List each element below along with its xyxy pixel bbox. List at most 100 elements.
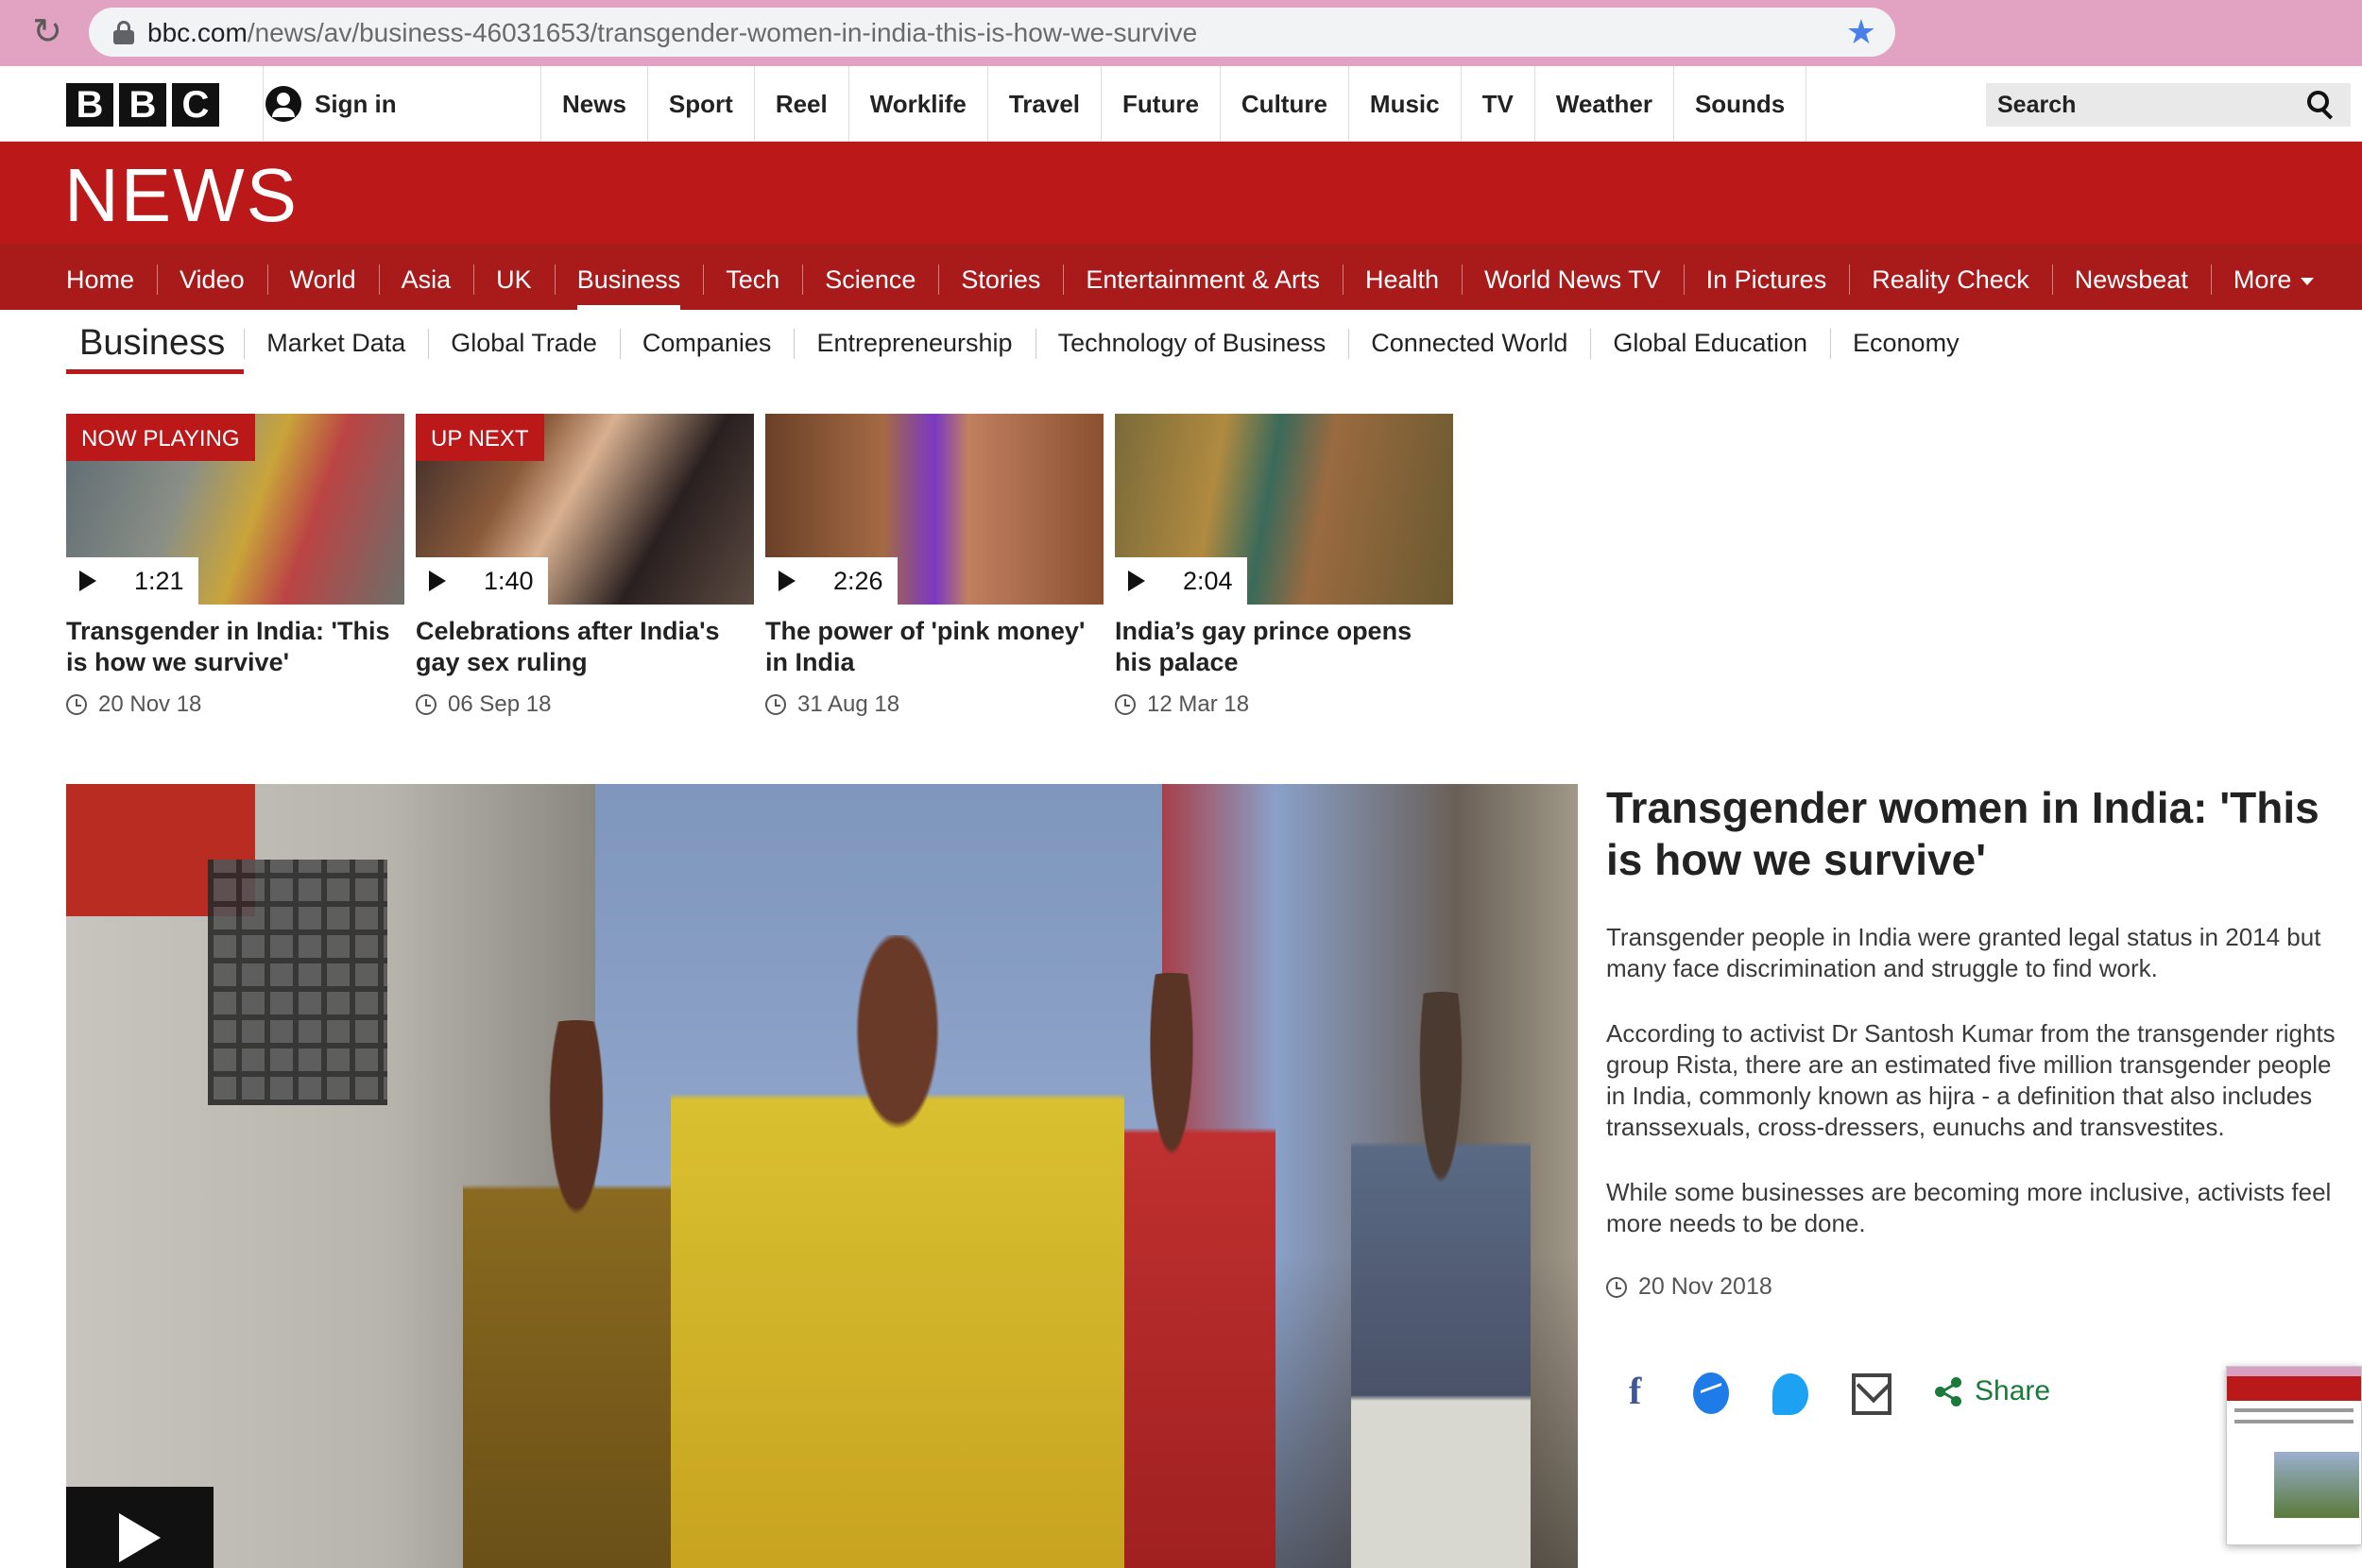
subnav-companies[interactable]: Companies xyxy=(619,310,795,376)
share-button[interactable]: Share xyxy=(1935,1371,2050,1412)
up-next-badge: UP NEXT xyxy=(416,414,544,461)
video-title[interactable]: Celebrations after India's gay sex rulin… xyxy=(416,616,746,678)
subnav-entrepreneurship[interactable]: Entrepreneurship xyxy=(794,310,1035,376)
video-thumbnail[interactable]: UP NEXT 1:40 xyxy=(416,414,754,605)
clock-icon xyxy=(66,694,87,715)
video-title[interactable]: India’s gay prince opens his palace xyxy=(1115,616,1446,678)
video-date: 12 Mar 18 xyxy=(1115,691,1453,718)
top-nav-music[interactable]: Music xyxy=(1347,66,1461,142)
video-scene-person xyxy=(463,1020,690,1568)
reload-icon[interactable]: ↻ xyxy=(28,13,66,51)
top-nav-sport[interactable]: Sport xyxy=(646,66,754,142)
play-icon xyxy=(1128,571,1145,591)
lock-icon[interactable] xyxy=(113,21,134,44)
top-nav-weather[interactable]: Weather xyxy=(1533,66,1673,142)
messenger-icon[interactable] xyxy=(1693,1372,1729,1414)
share-tools: f Share xyxy=(1629,1368,2050,1415)
duration-badge: 2:04 xyxy=(1115,557,1247,605)
sign-in-link[interactable]: Sign in xyxy=(263,66,540,142)
subnav-market-data[interactable]: Market Data xyxy=(244,310,428,376)
share-label: Share xyxy=(1975,1375,2051,1406)
video-card[interactable]: 2:04 India’s gay prince opens his palace… xyxy=(1115,414,1453,718)
article: Transgender women in India: 'This is how… xyxy=(1606,782,2353,1301)
news-nav-video[interactable]: Video xyxy=(157,244,267,310)
news-nav: Home Video World Asia UK Business Tech S… xyxy=(0,244,2362,310)
top-nav-travel[interactable]: Travel xyxy=(986,66,1101,142)
url-text[interactable]: bbc.com/news/av/business-46031653/transg… xyxy=(147,19,1197,47)
video-scene-window xyxy=(208,860,387,1105)
video-thumbnail[interactable]: NOW PLAYING 1:21 xyxy=(66,414,404,605)
video-date: 06 Sep 18 xyxy=(416,691,754,718)
video-thumbnail[interactable]: 2:26 xyxy=(765,414,1104,605)
address-bar[interactable]: bbc.com/news/av/business-46031653/transg… xyxy=(89,8,1895,57)
video-card[interactable]: 2:26 The power of 'pink money' in India … xyxy=(765,414,1104,718)
news-nav-business[interactable]: Business xyxy=(554,244,704,310)
top-nav-sounds[interactable]: Sounds xyxy=(1672,66,1807,142)
video-title[interactable]: The power of 'pink money' in India xyxy=(765,616,1096,678)
video-date-text: 31 Aug 18 xyxy=(797,691,900,717)
video-card[interactable]: UP NEXT 1:40 Celebrations after India's … xyxy=(416,414,754,718)
duration-badge: 1:40 xyxy=(416,557,548,605)
top-nav-future[interactable]: Future xyxy=(1101,66,1220,142)
video-scene-person xyxy=(671,935,1124,1568)
news-logo[interactable]: NEWS xyxy=(64,153,299,238)
top-nav-reel[interactable]: Reel xyxy=(753,66,848,142)
subnav-economy[interactable]: Economy xyxy=(1830,310,1982,376)
news-nav-stories[interactable]: Stories xyxy=(938,244,1063,310)
news-nav-science[interactable]: Science xyxy=(802,244,938,310)
news-nav-tech[interactable]: Tech xyxy=(703,244,802,310)
subnav-global-education[interactable]: Global Education xyxy=(1590,310,1830,376)
bbc-logo-letter: B xyxy=(66,83,113,127)
page-preview-thumbnail[interactable] xyxy=(2226,1366,2362,1545)
top-nav-news[interactable]: News xyxy=(540,66,647,142)
video-thumbnail[interactable]: 2:04 xyxy=(1115,414,1453,605)
twitter-icon[interactable] xyxy=(1772,1373,1808,1415)
news-nav-uk[interactable]: UK xyxy=(473,244,555,310)
section-title-business[interactable]: Business xyxy=(66,310,245,376)
top-nav-culture[interactable]: Culture xyxy=(1219,66,1348,142)
news-nav-more-label: More xyxy=(2233,265,2292,294)
duration-text: 2:26 xyxy=(833,566,883,595)
article-date-text: 20 Nov 2018 xyxy=(1638,1273,1772,1300)
clock-icon xyxy=(1606,1276,1627,1298)
bbc-logo-letter: B xyxy=(119,83,166,127)
browser-toolbar: ↻ bbc.com/news/av/business-46031653/tran… xyxy=(0,0,2362,66)
video-card[interactable]: NOW PLAYING 1:21 Transgender in India: '… xyxy=(66,414,404,718)
news-nav-world-news-tv[interactable]: World News TV xyxy=(1462,244,1684,310)
bbc-logo-letter: C xyxy=(172,83,219,127)
video-scene-person xyxy=(1351,992,1531,1568)
news-nav-entertainment-arts[interactable]: Entertainment & Arts xyxy=(1063,244,1343,310)
clock-icon xyxy=(416,694,436,715)
subnav-global-trade[interactable]: Global Trade xyxy=(428,310,620,376)
chevron-down-icon xyxy=(2301,277,2315,285)
news-nav-asia[interactable]: Asia xyxy=(378,244,474,310)
top-nav-worklife[interactable]: Worklife xyxy=(847,66,987,142)
duration-text: 1:21 xyxy=(134,566,184,595)
top-nav-tv[interactable]: TV xyxy=(1460,66,1534,142)
search-icon[interactable] xyxy=(2307,91,2336,120)
clock-icon xyxy=(1115,694,1136,715)
news-nav-health[interactable]: Health xyxy=(1343,244,1462,310)
video-playlist: NOW PLAYING 1:21 Transgender in India: '… xyxy=(66,414,1453,718)
news-nav-in-pictures[interactable]: In Pictures xyxy=(1683,244,1850,310)
subnav-technology-of-business[interactable]: Technology of Business xyxy=(1035,310,1349,376)
news-nav-more[interactable]: More xyxy=(2210,244,2337,310)
article-paragraph: While some businesses are becoming more … xyxy=(1606,1178,2332,1237)
news-nav-newsbeat[interactable]: Newsbeat xyxy=(2051,244,2211,310)
bbc-logo[interactable]: B B C xyxy=(66,83,219,127)
search-input[interactable] xyxy=(1986,83,2288,127)
news-nav-home[interactable]: Home xyxy=(43,244,157,310)
video-title[interactable]: Transgender in India: 'This is how we su… xyxy=(66,616,397,678)
bookmark-star-icon[interactable]: ★ xyxy=(1846,13,1876,51)
duration-text: 2:04 xyxy=(1183,566,1233,595)
article-date: 20 Nov 2018 xyxy=(1606,1273,2353,1301)
subnav-connected-world[interactable]: Connected World xyxy=(1348,310,1590,376)
news-nav-reality-check[interactable]: Reality Check xyxy=(1849,244,2052,310)
play-button[interactable] xyxy=(66,1487,214,1568)
news-nav-world[interactable]: World xyxy=(266,244,379,310)
facebook-icon[interactable]: f xyxy=(1629,1371,1650,1412)
main-video-player[interactable] xyxy=(66,784,1578,1568)
user-icon xyxy=(265,86,301,122)
play-icon xyxy=(779,571,796,591)
email-icon[interactable] xyxy=(1852,1373,1891,1415)
